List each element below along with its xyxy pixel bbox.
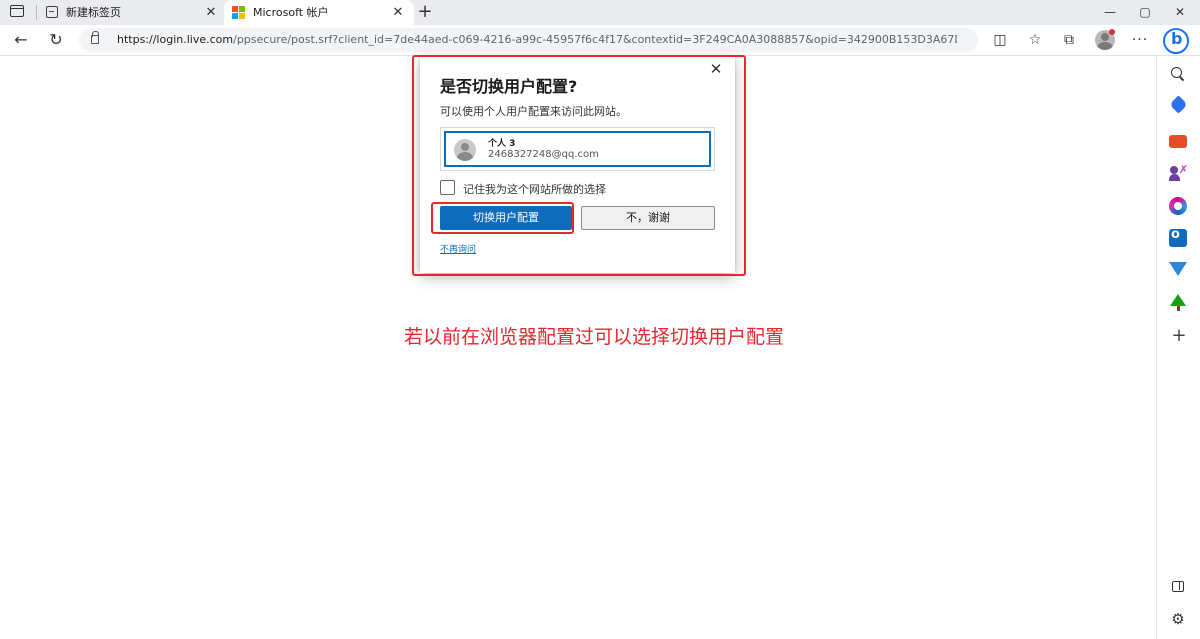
favorites-icon[interactable]: ☆ bbox=[1025, 30, 1045, 50]
tab-actions-icon[interactable] bbox=[10, 5, 26, 19]
tree-icon[interactable] bbox=[1170, 294, 1186, 306]
search-icon[interactable] bbox=[1169, 65, 1187, 83]
more-icon[interactable]: ··· bbox=[1130, 30, 1150, 50]
lock-icon[interactable] bbox=[91, 31, 99, 44]
add-icon[interactable]: + bbox=[1169, 326, 1189, 346]
tag-icon[interactable] bbox=[1169, 95, 1188, 114]
profile-badge bbox=[1109, 29, 1115, 35]
collections-icon[interactable]: ⧉ bbox=[1059, 30, 1079, 50]
office-icon[interactable] bbox=[1169, 197, 1187, 215]
back-button[interactable]: ← bbox=[10, 29, 32, 51]
address-bar[interactable]: https://login.live.com/ppsecure/post.srf… bbox=[79, 28, 978, 52]
tab-title: Microsoft 帐户 bbox=[253, 6, 329, 19]
tab-separator bbox=[36, 5, 37, 20]
outlook-icon[interactable] bbox=[1169, 227, 1187, 247]
tab-title: 新建标签页 bbox=[66, 6, 121, 19]
new-tab-page-icon bbox=[46, 6, 58, 18]
maximize-button[interactable]: ▢ bbox=[1125, 0, 1165, 25]
close-window-button[interactable]: ✕ bbox=[1160, 0, 1200, 25]
split-screen-icon[interactable]: ◫ bbox=[990, 30, 1010, 50]
minimize-button[interactable]: — bbox=[1090, 0, 1130, 25]
url-host: https://login.live.com bbox=[117, 33, 234, 46]
tab-new-tab[interactable]: 新建标签页 ✕ bbox=[46, 0, 222, 25]
dialog-highlight-box bbox=[412, 55, 746, 276]
panel-icon[interactable] bbox=[1172, 581, 1184, 592]
url-path: /ppsecure/post.srf?client_id=7de44aed-c0… bbox=[233, 33, 957, 46]
microsoft-logo-icon bbox=[232, 6, 245, 19]
close-tab-icon[interactable]: ✕ bbox=[391, 0, 405, 25]
toolbox-icon[interactable] bbox=[1169, 135, 1187, 148]
reload-button[interactable]: ↻ bbox=[45, 29, 67, 51]
new-tab-button[interactable]: + bbox=[416, 0, 434, 25]
people-badge-icon: ✗ bbox=[1179, 163, 1189, 176]
settings-icon[interactable]: ⚙ bbox=[1169, 610, 1187, 628]
button-highlight-box bbox=[431, 202, 574, 234]
bing-icon[interactable] bbox=[1163, 28, 1189, 54]
annotation-note: 若以前在浏览器配置过可以选择切换用户配置 bbox=[404, 326, 785, 348]
tree-trunk bbox=[1177, 306, 1180, 311]
close-tab-icon[interactable]: ✕ bbox=[204, 0, 218, 25]
tab-microsoft-account[interactable]: Microsoft 帐户 ✕ bbox=[224, 0, 414, 25]
tab-strip: 新建标签页 ✕ Microsoft 帐户 ✕ + — ▢ ✕ bbox=[0, 0, 1200, 25]
url-text[interactable]: https://login.live.com/ppsecure/post.srf… bbox=[117, 28, 957, 52]
edge-sidebar: ✗ + ⚙ bbox=[1156, 56, 1200, 639]
send-icon[interactable] bbox=[1169, 262, 1187, 276]
browser-toolbar: ← ↻ https://login.live.com/ppsecure/post… bbox=[0, 25, 1200, 56]
